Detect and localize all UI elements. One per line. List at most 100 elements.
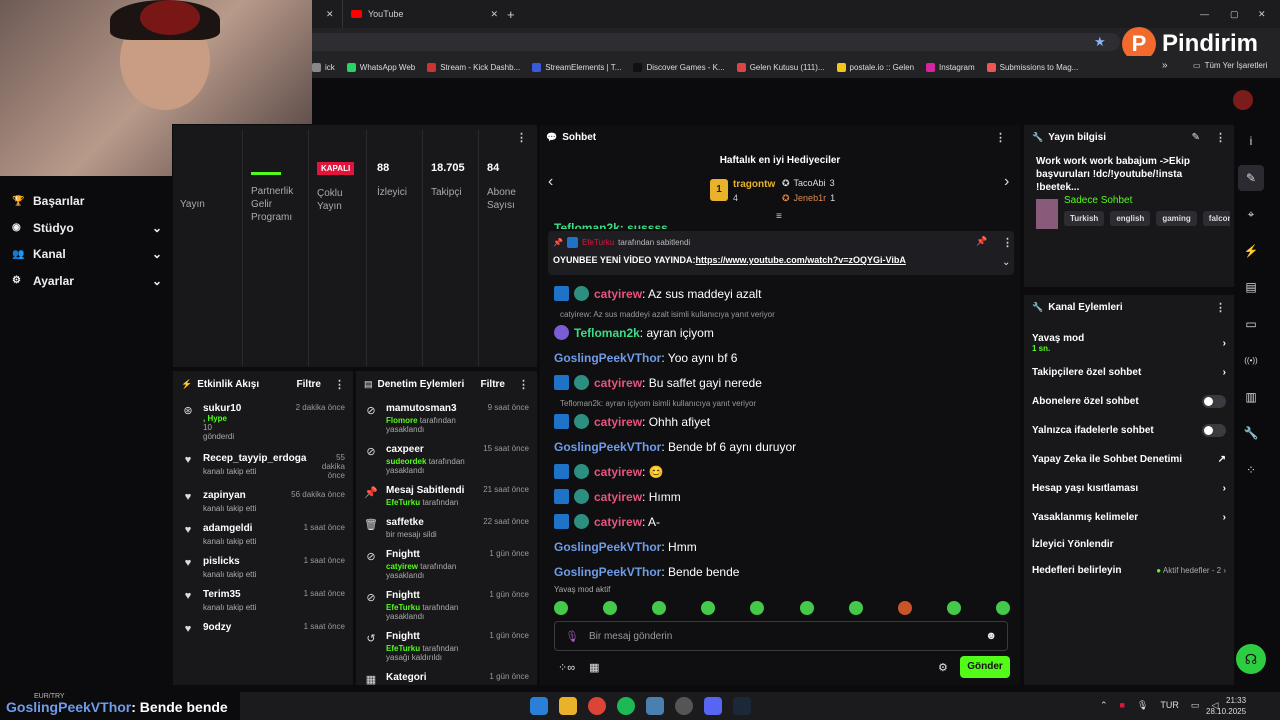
moderation-item[interactable]: ↺ Fnightt EfeTurku tarafından yasağı kaldı…: [364, 631, 529, 662]
tools-icon[interactable]: 🔧: [1238, 420, 1264, 446]
moderator-name[interactable]: Flomore: [386, 416, 418, 425]
chat-username[interactable]: GoslingPeekVThor: [554, 540, 661, 554]
mic-icon[interactable]: 🎙: [565, 630, 579, 643]
minimize-button[interactable]: —: [1200, 0, 1209, 28]
moderation-user[interactable]: Fnightt: [386, 631, 481, 642]
info-icon[interactable]: i: [1238, 128, 1264, 154]
subscribers-toggle[interactable]: [1202, 395, 1226, 408]
stream-info-menu-icon[interactable]: ⋮: [1215, 131, 1226, 144]
moderator-name[interactable]: EfeTurku: [386, 603, 420, 612]
chat-username[interactable]: catyirew: [594, 287, 642, 301]
category-name[interactable]: Sadece Sohbet: [1064, 195, 1132, 206]
ai-moderation-row[interactable]: Yapay Zeka ile Sohbet Denetimi ↗: [1032, 445, 1226, 474]
moderation-user[interactable]: saffetke: [386, 517, 475, 528]
emotes-only-row[interactable]: Yalnızca ifadelerle sohbet: [1032, 416, 1226, 445]
tag[interactable]: english: [1110, 211, 1151, 226]
new-tab-button[interactable]: +: [507, 0, 515, 28]
bookmark-item[interactable]: Stream - Kick Dashb...: [427, 62, 520, 72]
goals-row[interactable]: Hedefleri belirleyin ● Aktif hedefler - 2…: [1032, 557, 1226, 583]
moderator-name[interactable]: catyirew: [386, 562, 418, 571]
bookmark-item[interactable]: StreamElements | T...: [532, 62, 621, 72]
edit-stream-icon[interactable]: ✎: [1192, 132, 1200, 143]
tray-app-icon[interactable]: ■: [1120, 700, 1125, 711]
bookmarks-more[interactable]: »: [1162, 60, 1168, 71]
emote-icon[interactable]: [554, 601, 568, 615]
chat-message[interactable]: GoslingPeekVThor: Hmm: [554, 534, 1014, 559]
activity-item[interactable]: ♥ pislicks kanalı takip etti 1 saat önce: [181, 556, 345, 579]
network-icon[interactable]: ▭: [1191, 700, 1200, 711]
activity-user[interactable]: pislicks: [203, 556, 296, 567]
emote-icon[interactable]: [652, 601, 667, 615]
emote-icon[interactable]: [799, 601, 814, 615]
activity-item[interactable]: ♥ zapinyan kanalı takip etti 56 dakika önce: [181, 490, 345, 513]
chat-message[interactable]: catyirew: 😊: [554, 459, 1014, 484]
sidebar-item-0[interactable]: 🏆 Başarılar: [12, 188, 162, 215]
chat-username[interactable]: Tefloman2k: [574, 326, 640, 340]
bookmark-item[interactable]: ick: [312, 62, 335, 72]
prev-arrow-icon[interactable]: ‹: [548, 173, 553, 191]
capture-icon[interactable]: ⌖: [1238, 201, 1264, 227]
file-explorer-icon[interactable]: [559, 697, 577, 715]
discord-icon[interactable]: [704, 697, 722, 715]
emote-icon[interactable]: [946, 601, 961, 615]
emote-icon[interactable]: [603, 601, 618, 615]
app-icon[interactable]: [675, 697, 693, 715]
top-gifter-second[interactable]: ✪ TacoAbi 3: [782, 178, 835, 189]
pinned-link[interactable]: https://www.youtube.com/watch?v=zOQYGi-V…: [696, 255, 906, 265]
activity-menu-icon[interactable]: ⋮: [334, 378, 345, 391]
user-avatar[interactable]: [1233, 90, 1253, 110]
moderator-name[interactable]: EfeTurku: [386, 498, 420, 507]
url-input[interactable]: [300, 33, 1120, 51]
moderator-name[interactable]: EfeTurku: [386, 644, 420, 653]
chat-message[interactable]: catyirew: A-: [554, 509, 1014, 534]
chat-username[interactable]: GoslingPeekVThor: [554, 351, 661, 365]
clock[interactable]: 21:33 28.10.2025: [1206, 695, 1246, 717]
moderation-user[interactable]: mamutosman3: [386, 403, 480, 414]
layout-icon[interactable]: ▥: [1238, 384, 1264, 410]
close-window-button[interactable]: ✕: [1258, 0, 1266, 28]
bookmark-item[interactable]: postale.io :: Gelen: [836, 62, 914, 72]
bookmark-star-icon[interactable]: ★: [1094, 34, 1106, 50]
moderation-user[interactable]: Mesaj Sabitlendi: [386, 485, 475, 496]
document-icon[interactable]: ▤: [1238, 274, 1264, 300]
activity-item[interactable]: ♥ Recep_tayyip_erdogannn kanalı takip etti…: [181, 453, 345, 480]
activity-item[interactable]: ♥ adamgeldi kanalı takip etti 1 saat önce: [181, 523, 345, 546]
chat-input[interactable]: 🎙 Bir mesaj gönderin ☻: [554, 621, 1008, 651]
moderation-item[interactable]: 📌 Mesaj Sabitlendi EfeTurku tarafından 21 s…: [364, 485, 529, 507]
chat-username[interactable]: GoslingPeekVThor: [554, 565, 661, 579]
banned-words-row[interactable]: Yasaklanmış kelimeler ›: [1032, 503, 1226, 532]
edit-icon[interactable]: ✎: [1238, 164, 1264, 191]
top-gifter-first[interactable]: tragontw: [733, 179, 775, 190]
chat-icon[interactable]: ▭: [1238, 311, 1264, 337]
tab-youtube[interactable]: YouTube ✕: [342, 0, 498, 28]
broadcast-icon[interactable]: ((•)): [1238, 347, 1264, 373]
activity-user[interactable]: sukur10: [203, 403, 288, 414]
bookmark-item[interactable]: Submissions to Mag...: [986, 62, 1078, 72]
sidebar-item-2[interactable]: 👥 Kanal ⌄: [12, 241, 162, 268]
chat-username[interactable]: catyirew: [594, 376, 642, 390]
emote-icon[interactable]: [995, 601, 1010, 615]
redirect-row[interactable]: İzleyici Yönlendir: [1032, 532, 1226, 557]
chat-settings-icon[interactable]: ⚙: [938, 661, 948, 674]
chat-menu-icon[interactable]: ⋮: [995, 131, 1006, 144]
moderation-item[interactable]: ⊘ Fnightt EfeTurku tarafından yasaklandı 1 …: [364, 590, 529, 621]
moderation-user[interactable]: Fnightt: [386, 549, 481, 560]
mic-tray-icon[interactable]: 🎙: [1137, 700, 1148, 711]
tab-close-prev[interactable]: ✕: [326, 0, 334, 28]
moderation-item[interactable]: ⊘ mamutosman3 Flomore tarafından yasakland…: [364, 403, 529, 434]
chat-username[interactable]: catyirew: [594, 490, 642, 504]
activity-item[interactable]: ⊛ sukur10, Hype 10 gönderdi 2 dakika önce: [181, 403, 345, 441]
moderation-item[interactable]: ⊘ Fnightt catyirew tarafından yasaklandı 1 …: [364, 549, 529, 580]
moderation-filter[interactable]: Filtre: [481, 379, 505, 390]
moderator-name[interactable]: sudeordek: [386, 457, 426, 466]
subscribers-only-row[interactable]: Abonelere özel sohbet: [1032, 387, 1226, 416]
chat-username[interactable]: GoslingPeekVThor: [554, 440, 661, 454]
chat-message[interactable]: catyirew: Ohhh afiyet: [554, 409, 1014, 434]
chat-message[interactable]: catyirew: Bu saffet gayi nerede: [554, 370, 1014, 395]
maximize-button[interactable]: ▢: [1230, 0, 1239, 28]
channel-actions-menu-icon[interactable]: ⋮: [1215, 301, 1226, 314]
moderation-user[interactable]: caxpeer: [386, 444, 475, 455]
slow-mode-row[interactable]: Yavaş mod 1 sn. ›: [1032, 329, 1226, 357]
followers-only-row[interactable]: Takipçilere özel sohbet ›: [1032, 357, 1226, 387]
moderation-user[interactable]: Fnightt: [386, 590, 481, 601]
